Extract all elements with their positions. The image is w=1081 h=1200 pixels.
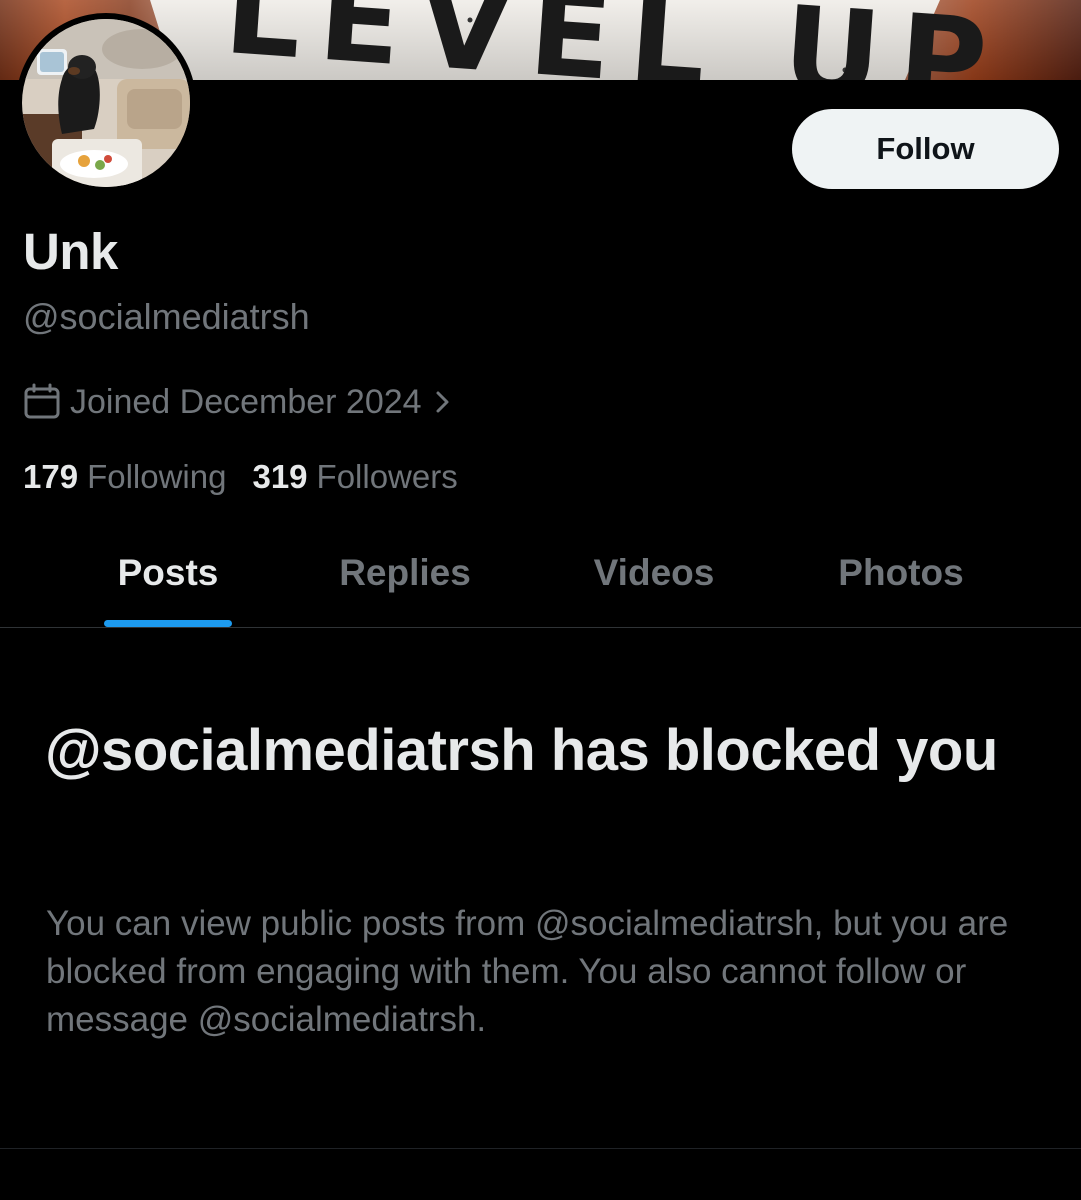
- tab-videos[interactable]: Videos: [574, 530, 734, 627]
- follow-button[interactable]: Follow: [792, 109, 1059, 189]
- tab-videos-label: Videos: [593, 552, 715, 593]
- display-name: Unk: [23, 223, 118, 280]
- joined-date: Joined December 2024: [70, 382, 422, 421]
- tab-replies[interactable]: Replies: [320, 530, 490, 627]
- tab-photos[interactable]: Photos: [820, 530, 982, 627]
- profile-tabs: Posts Replies Videos Photos: [0, 530, 1081, 628]
- avatar[interactable]: [16, 13, 196, 193]
- tab-photos-label: Photos: [838, 552, 964, 593]
- active-tab-indicator: [104, 620, 232, 627]
- tab-replies-label: Replies: [339, 552, 471, 593]
- following-count: 179: [23, 458, 79, 495]
- joined-date-row[interactable]: Joined December 2024: [23, 380, 460, 424]
- divider: [0, 1148, 1081, 1149]
- follow-stats: 179 Following 319 Followers: [23, 455, 458, 499]
- following-label: Following: [87, 458, 227, 495]
- profile-handle: @socialmediatrsh: [23, 296, 310, 337]
- blocked-description: You can view public posts from @socialme…: [46, 904, 1009, 1039]
- followers-label: Followers: [316, 458, 458, 495]
- tab-posts-label: Posts: [117, 552, 219, 593]
- followers-stat[interactable]: 319 Followers: [252, 458, 457, 496]
- chevron-right-icon: [432, 382, 460, 422]
- avatar-image: [22, 19, 190, 187]
- banner-text: LEVEL UP: [220, 0, 1009, 80]
- following-stat[interactable]: 179 Following: [23, 458, 226, 496]
- calendar-icon: [23, 382, 63, 422]
- blocked-title: @socialmediatrsh has blocked you: [45, 718, 998, 783]
- followers-count: 319: [252, 458, 308, 495]
- tab-posts[interactable]: Posts: [104, 530, 232, 627]
